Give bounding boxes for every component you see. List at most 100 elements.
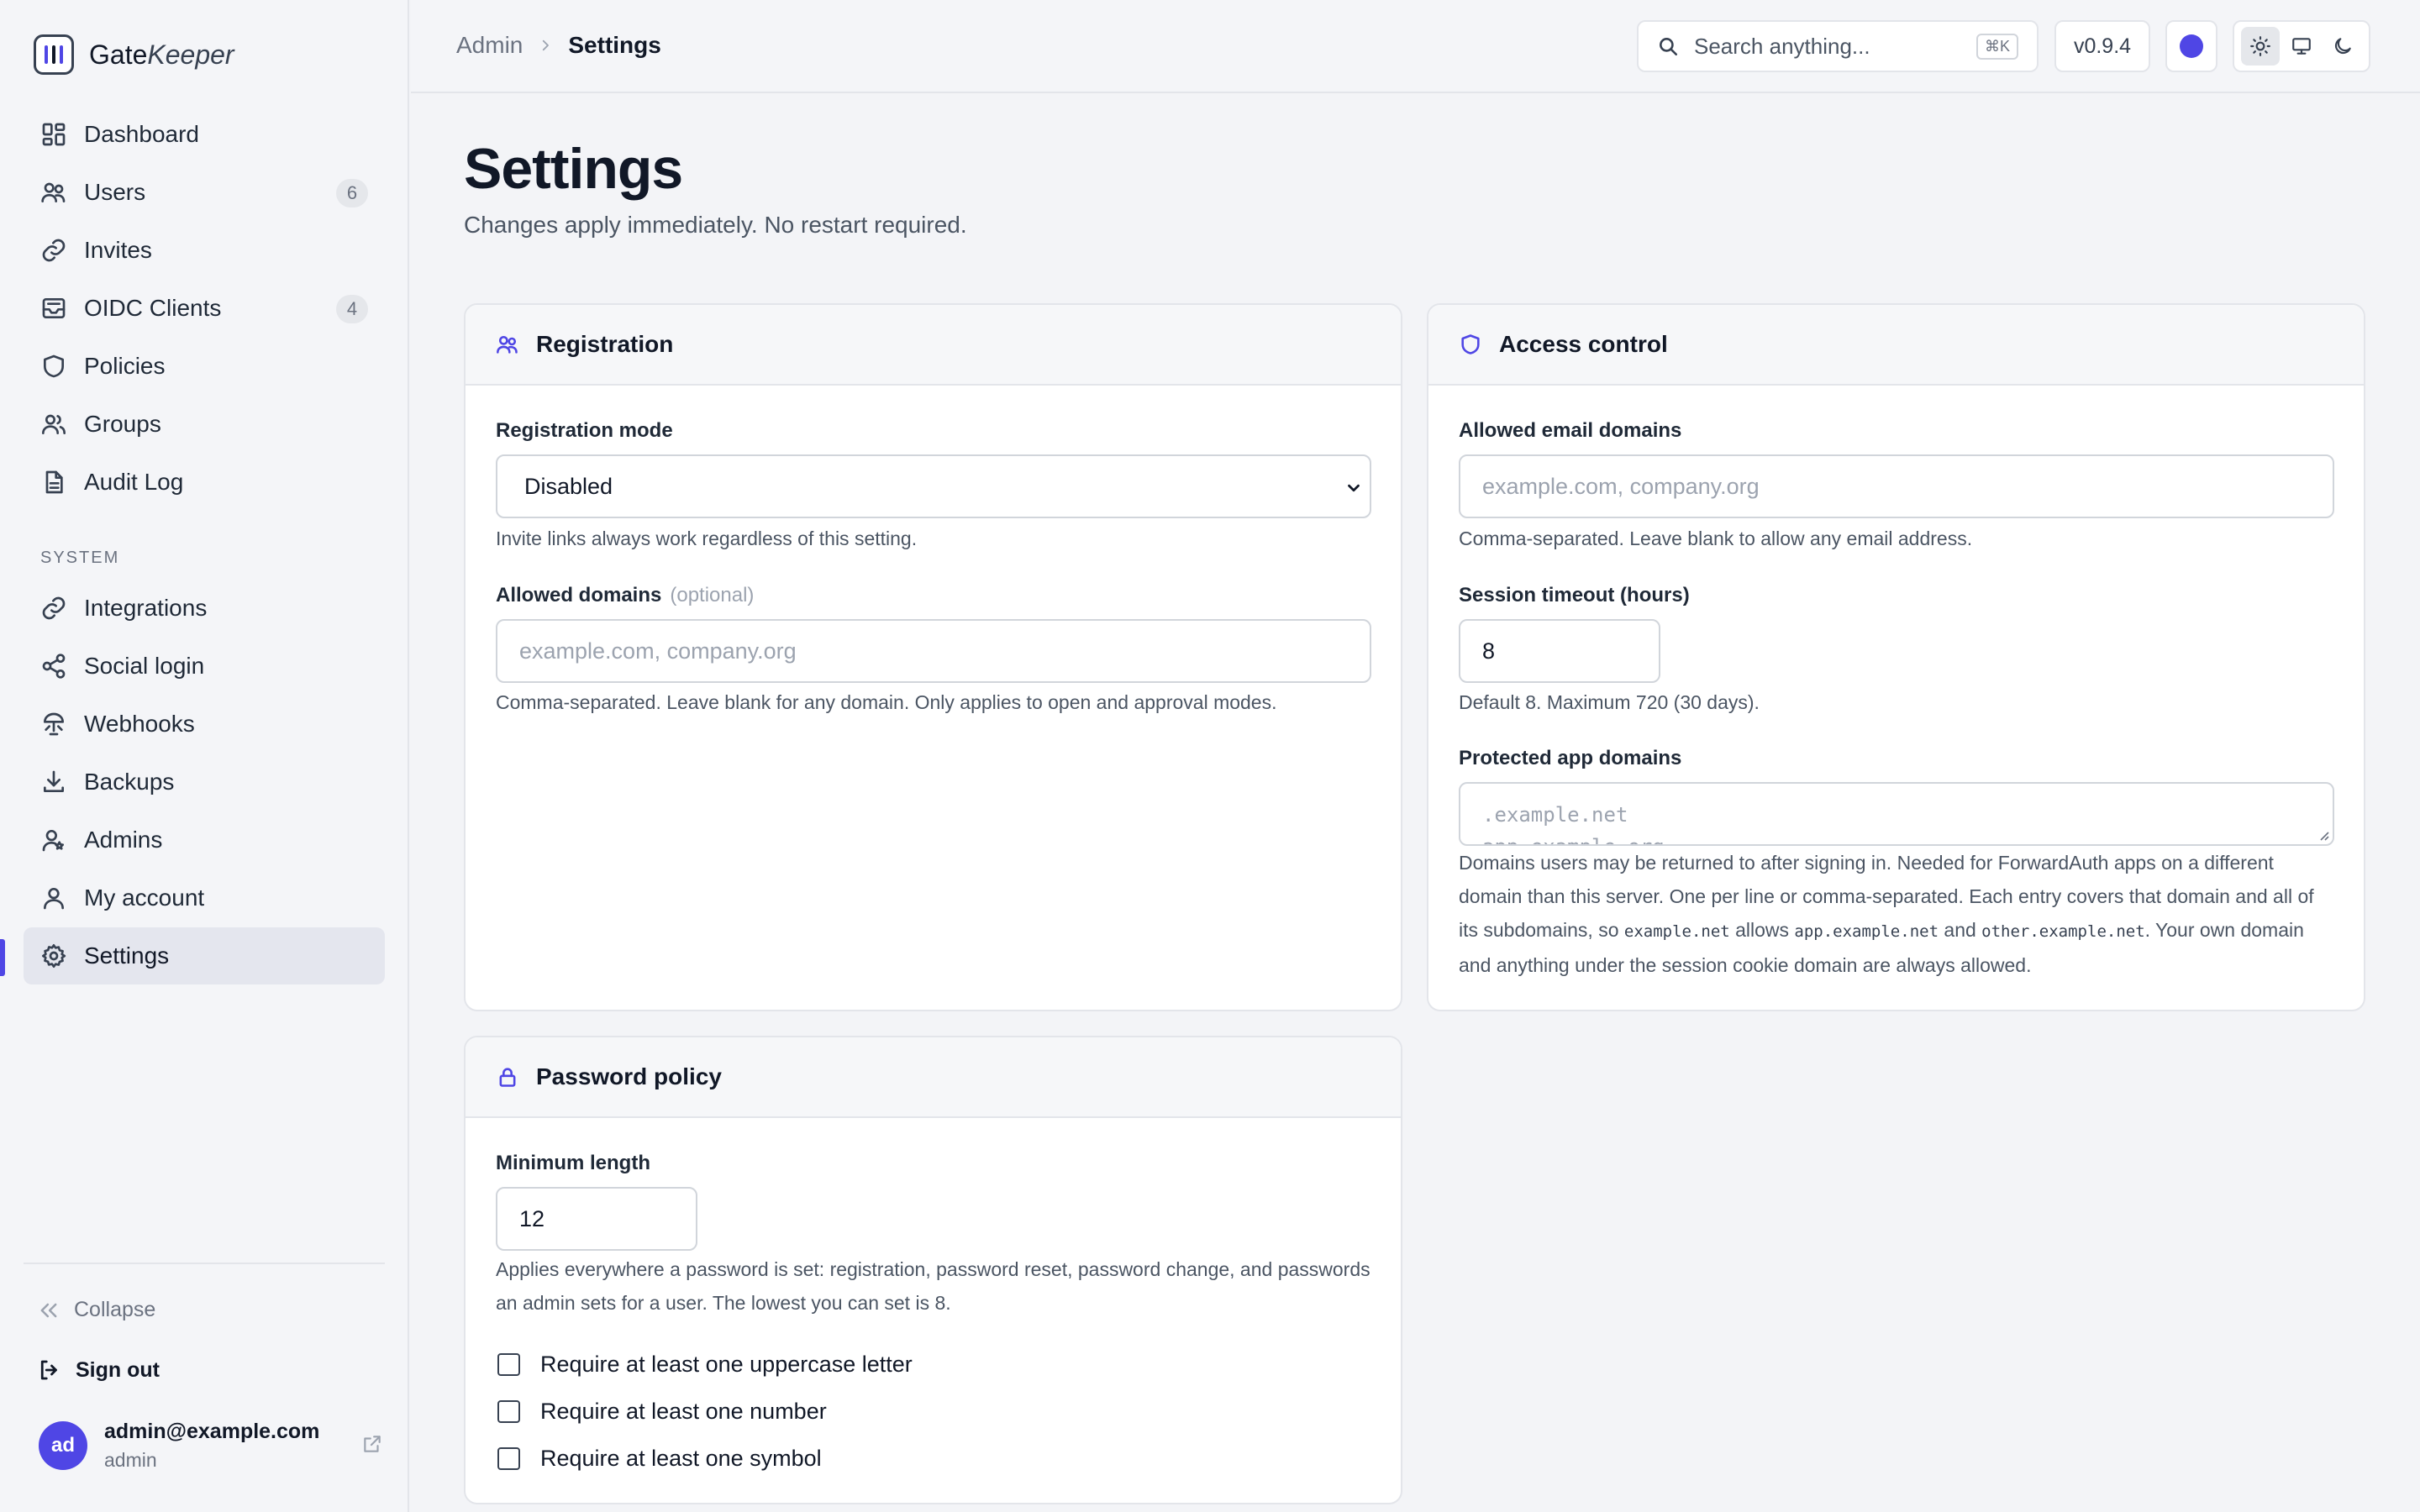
external-link-icon[interactable] <box>361 1433 383 1455</box>
session-timeout-help: Default 8. Maximum 720 (30 days). <box>1459 691 1760 713</box>
require-symbol-checkbox[interactable] <box>497 1447 520 1470</box>
theme-light-button[interactable] <box>2240 27 2280 66</box>
link-icon <box>42 596 66 620</box>
registration-mode-value: Disabled <box>524 473 613 499</box>
protected-placeholder-line-2: app.example.org <box>1482 831 2311 844</box>
active-nav-indicator <box>0 939 5 976</box>
breadcrumb-settings: Settings <box>568 32 661 58</box>
minimum-length-input[interactable]: 12 <box>496 1187 697 1251</box>
theme-switcher <box>2233 20 2370 72</box>
inbox-icon <box>42 298 66 318</box>
theme-system-button[interactable] <box>2282 27 2321 66</box>
require-number-label: Require at least one number <box>540 1399 827 1424</box>
password-policy-card: Password policy Minimum length 12 Applie… <box>464 1036 1402 1504</box>
chevrons-left-icon <box>40 1303 57 1317</box>
require-symbol-checkbox-row[interactable]: Require at least one symbol <box>497 1446 822 1472</box>
session-timeout-input[interactable]: 8 <box>1459 619 1660 683</box>
gatekeeper-logo-icon <box>34 34 74 75</box>
registration-mode-label: Registration mode <box>496 419 673 442</box>
allowed-domains-input[interactable]: example.com, company.org <box>496 619 1371 683</box>
search-shortcut-hint: ⌘K <box>1975 33 2018 60</box>
sidebar-item-users[interactable]: Users 6 <box>24 164 385 221</box>
users-icon <box>497 335 518 354</box>
sidebar-item-my-account[interactable]: My account <box>24 869 385 927</box>
lock-icon <box>499 1068 516 1087</box>
password-policy-card-header: Password policy <box>466 1037 1401 1118</box>
account-menu[interactable]: ad admin@example.com admin <box>39 1420 383 1472</box>
account-email: admin@example.com <box>104 1420 320 1443</box>
shield-icon <box>44 354 64 378</box>
accent-color-button[interactable] <box>2165 20 2217 72</box>
protected-help-code-1: example.net <box>1623 922 1730 941</box>
version-badge[interactable]: v0.9.4 <box>2054 20 2150 72</box>
minimum-length-help: Applies everywhere a password is set: re… <box>496 1258 1370 1314</box>
sign-out-label: Sign out <box>76 1357 160 1382</box>
app: GateKeeper Dashboard Users 6 Invites OID… <box>0 0 2420 1512</box>
sidebar-item-integrations[interactable]: Integrations <box>24 580 385 637</box>
chevron-down-icon <box>1348 484 1360 492</box>
registration-mode-select[interactable]: Disabled <box>496 454 1371 518</box>
access-control-card-header: Access control <box>1428 305 2364 386</box>
registration-mode-help: Invite links always work regardless of t… <box>496 528 918 549</box>
resize-handle-icon[interactable] <box>2317 829 2329 841</box>
require-uppercase-checkbox-row[interactable]: Require at least one uppercase letter <box>497 1352 913 1378</box>
users-icon <box>41 182 66 202</box>
admin-user-icon <box>42 830 64 852</box>
download-icon <box>44 770 64 792</box>
monitor-icon <box>2292 38 2311 55</box>
chevron-right-icon <box>543 39 550 51</box>
require-number-checkbox[interactable] <box>497 1400 520 1423</box>
search-icon <box>1660 38 1678 56</box>
require-uppercase-checkbox[interactable] <box>497 1353 520 1376</box>
protected-help-code-3: other.example.net <box>1981 922 2145 941</box>
sidebar-item-label: Webhooks <box>84 711 195 737</box>
protected-placeholder-line-1: .example.net <box>1482 803 1628 827</box>
breadcrumb-admin[interactable]: Admin <box>456 32 523 59</box>
sidebar-item-backups[interactable]: Backups <box>24 753 385 811</box>
sidebar-item-label: Admins <box>84 827 163 853</box>
shield-icon <box>1461 334 1480 354</box>
sign-out-button[interactable]: Sign out <box>37 1357 160 1383</box>
moon-icon <box>2335 38 2352 55</box>
brand-name: GateKeeper <box>89 39 234 71</box>
sidebar-item-groups[interactable]: Groups <box>24 396 385 453</box>
link-icon <box>42 239 66 262</box>
sidebar-item-label: OIDC Clients <box>84 295 222 321</box>
collapse-sidebar-button[interactable]: Collapse <box>37 1298 155 1322</box>
require-number-checkbox-row[interactable]: Require at least one number <box>497 1399 827 1425</box>
access-control-card-title: Access control <box>1499 331 1668 357</box>
sidebar-item-label: Invites <box>84 237 152 263</box>
allowed-domains-label: Allowed domains (optional) <box>496 584 754 607</box>
group-icon <box>42 414 66 434</box>
theme-dark-button[interactable] <box>2323 27 2362 66</box>
sidebar-item-oidc-clients[interactable]: OIDC Clients 4 <box>24 280 385 337</box>
sidebar-item-social-login[interactable]: Social login <box>24 638 385 695</box>
collapse-label: Collapse <box>74 1298 156 1321</box>
protected-app-domains-textarea[interactable]: .example.net app.example.org <box>1459 782 2334 846</box>
sidebar-item-webhooks[interactable]: Webhooks <box>24 696 385 753</box>
search-input[interactable]: Search anything... ⌘K <box>1637 20 2039 72</box>
require-uppercase-label: Require at least one uppercase letter <box>540 1352 913 1377</box>
oidc-clients-count-badge: 4 <box>336 295 368 323</box>
sidebar-item-invites[interactable]: Invites <box>24 222 385 279</box>
session-timeout-label: Session timeout (hours) <box>1459 584 1690 606</box>
sidebar-item-audit-log[interactable]: Audit Log <box>24 454 385 511</box>
share-icon <box>42 654 66 679</box>
registration-card: Registration Registration mode Disabled … <box>464 303 1402 1011</box>
sidebar-item-policies[interactable]: Policies <box>24 338 385 395</box>
sun-icon <box>2249 36 2270 56</box>
sidebar-item-settings[interactable]: Settings <box>24 927 385 984</box>
document-icon <box>45 470 63 494</box>
sidebar-item-admins[interactable]: Admins <box>24 811 385 869</box>
registration-card-title: Registration <box>536 331 674 357</box>
sign-out-icon <box>40 1360 57 1380</box>
webhook-icon <box>44 712 64 736</box>
account-role: admin <box>104 1449 157 1471</box>
brand[interactable]: GateKeeper <box>34 34 234 76</box>
sidebar-item-dashboard[interactable]: Dashboard <box>24 106 385 163</box>
sidebar-item-label: Users <box>84 179 146 205</box>
allowed-domains-label-text: Allowed domains <box>496 584 662 606</box>
sidebar-item-label: Audit Log <box>84 469 184 495</box>
allowed-email-domains-input[interactable]: example.com, company.org <box>1459 454 2334 518</box>
optional-hint: (optional) <box>670 584 755 606</box>
